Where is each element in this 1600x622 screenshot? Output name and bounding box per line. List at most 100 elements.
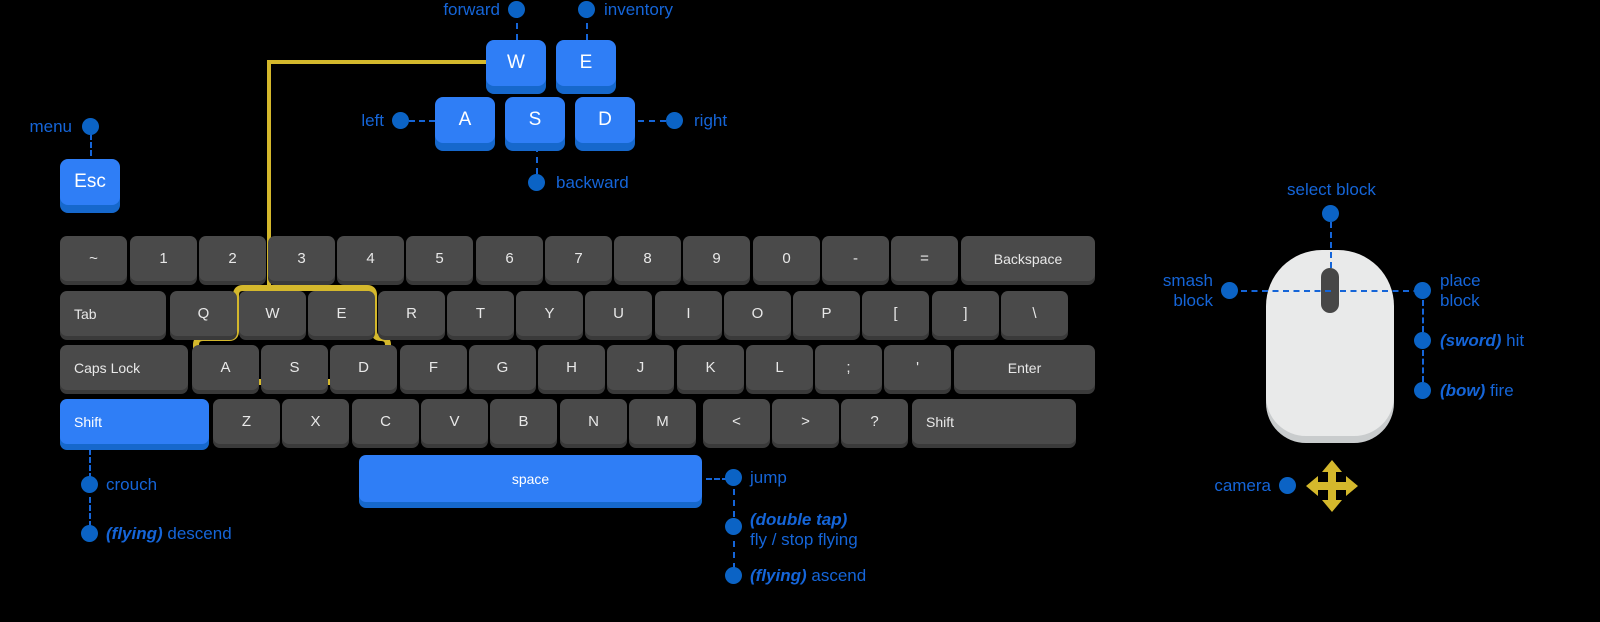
key-top-letter-row-7[interactable]: U xyxy=(585,291,652,336)
crouch-dot xyxy=(81,476,98,493)
place-block-line2: block xyxy=(1440,291,1480,311)
key-bottom-letter-row-1[interactable]: Z xyxy=(213,399,280,444)
key-home-row-2[interactable]: S xyxy=(261,345,328,390)
key-number-row-6[interactable]: 6 xyxy=(476,236,543,281)
callout-label-place-block: place block xyxy=(1440,271,1481,311)
key-home-row-0[interactable]: Caps Lock xyxy=(60,345,188,390)
key-home-row-12[interactable]: Enter xyxy=(954,345,1095,390)
key-top-letter-row-4[interactable]: R xyxy=(378,291,445,336)
key-bottom-letter-row-3[interactable]: C xyxy=(352,399,419,444)
smash-block-leader-line xyxy=(1241,290,1331,292)
callout-label-flying-ascend: (flying) ascend xyxy=(750,566,866,586)
key-bottom-letter-row-8[interactable]: < xyxy=(703,399,770,444)
key-number-row-9[interactable]: 9 xyxy=(683,236,750,281)
key-number-row-2[interactable]: 2 xyxy=(199,236,266,281)
sword-prefix: (sword) xyxy=(1440,331,1502,350)
doubletap-leader-line xyxy=(733,489,735,517)
key-bottom-letter-row-5[interactable]: B xyxy=(490,399,557,444)
key-number-row-10[interactable]: 0 xyxy=(753,236,820,281)
ascend-leader-line xyxy=(733,541,735,569)
key-top-letter-row-6[interactable]: Y xyxy=(516,291,583,336)
ascend-dot xyxy=(725,567,742,584)
smash-block-dot xyxy=(1221,282,1238,299)
key-bottom-letter-row-2[interactable]: X xyxy=(282,399,349,444)
sword-hit-dot xyxy=(1414,332,1431,349)
key-bottom-letter-row-9[interactable]: > xyxy=(772,399,839,444)
callout-label-crouch: crouch xyxy=(106,475,158,494)
callout-label-double-tap: (double tap) fly / stop flying xyxy=(750,510,858,550)
key-home-row-5[interactable]: G xyxy=(469,345,536,390)
key-bottom-letter-row-11[interactable]: Shift xyxy=(912,399,1076,444)
bow-prefix: (bow) xyxy=(1440,381,1486,400)
key-top-letter-row-12[interactable]: ] xyxy=(932,291,999,336)
select-block-dot xyxy=(1322,205,1339,222)
camera-dot xyxy=(1279,477,1296,494)
flying-ascend-rest: ascend xyxy=(806,566,867,585)
smash-block-line2: block xyxy=(1173,291,1213,311)
sword-hit-leader-line xyxy=(1422,300,1424,332)
callout-label-camera: camera xyxy=(1214,476,1271,495)
key-top-letter-row-3[interactable]: E xyxy=(308,291,375,336)
callout-label-select-block: select block xyxy=(1287,180,1376,199)
key-home-row-11[interactable]: ' xyxy=(884,345,951,390)
key-top-letter-row-10[interactable]: P xyxy=(793,291,860,336)
keyboard-mouse-controls-diagram: W E A S D Esc forward inventory left rig… xyxy=(0,0,1600,622)
callout-label-jump: jump xyxy=(750,468,787,487)
key-number-row-13[interactable]: Backspace xyxy=(961,236,1095,281)
jump-dot xyxy=(725,469,742,486)
key-number-row-1[interactable]: 1 xyxy=(130,236,197,281)
select-block-leader-line xyxy=(1330,222,1332,268)
key-space-row-0[interactable]: space xyxy=(359,455,702,502)
descend-dot xyxy=(81,525,98,542)
bow-fire-dot xyxy=(1414,382,1431,399)
key-home-row-10[interactable]: ; xyxy=(815,345,882,390)
flying-descend-rest: descend xyxy=(162,524,232,543)
key-home-row-6[interactable]: H xyxy=(538,345,605,390)
flying-descend-prefix: (flying) xyxy=(106,524,163,543)
key-bottom-letter-row-7[interactable]: M xyxy=(629,399,696,444)
crouch-leader-line xyxy=(89,449,91,479)
doubletap-dot xyxy=(725,518,742,535)
key-number-row-7[interactable]: 7 xyxy=(545,236,612,281)
key-top-letter-row-5[interactable]: T xyxy=(447,291,514,336)
key-number-row-11[interactable]: - xyxy=(822,236,889,281)
key-top-letter-row-9[interactable]: O xyxy=(724,291,791,336)
place-block-line1: place xyxy=(1440,271,1481,290)
descend-leader-line xyxy=(89,497,91,527)
double-tap-rest: fly / stop flying xyxy=(750,530,858,550)
bow-rest: fire xyxy=(1485,381,1514,400)
smash-block-line1: smash xyxy=(1162,271,1213,290)
key-top-letter-row-11[interactable]: [ xyxy=(862,291,929,336)
key-number-row-5[interactable]: 5 xyxy=(406,236,473,281)
key-top-letter-row-8[interactable]: I xyxy=(655,291,722,336)
key-number-row-0[interactable]: ~ xyxy=(60,236,127,281)
sword-rest: hit xyxy=(1501,331,1525,350)
key-bottom-letter-row-10[interactable]: ? xyxy=(841,399,908,444)
key-top-letter-row-2[interactable]: W xyxy=(239,291,306,336)
key-top-letter-row-13[interactable]: \ xyxy=(1001,291,1068,336)
camera-move-icon xyxy=(1304,458,1360,514)
key-home-row-8[interactable]: K xyxy=(677,345,744,390)
callout-label-bow-fire: (bow) fire xyxy=(1440,381,1514,401)
key-bottom-letter-row-0[interactable]: Shift xyxy=(60,399,209,444)
flying-ascend-prefix: (flying) xyxy=(750,566,807,585)
key-home-row-9[interactable]: L xyxy=(746,345,813,390)
key-number-row-3[interactable]: 3 xyxy=(268,236,335,281)
key-bottom-letter-row-4[interactable]: V xyxy=(421,399,488,444)
key-top-letter-row-0[interactable]: Tab xyxy=(60,291,166,336)
key-number-row-4[interactable]: 4 xyxy=(337,236,404,281)
callout-label-sword-hit: (sword) hit xyxy=(1440,331,1524,351)
key-top-letter-row-1[interactable]: Q xyxy=(170,291,237,336)
place-block-dot xyxy=(1414,282,1431,299)
key-number-row-8[interactable]: 8 xyxy=(614,236,681,281)
callout-label-smash-block: smash block xyxy=(1163,271,1213,311)
keyboard: ~1 2 3 4 5 6 7 8 9 0- = Backspace Tab Q W E R T Y U I O P[] \ Ca… xyxy=(0,0,1120,520)
key-number-row-12[interactable]: = xyxy=(891,236,958,281)
key-home-row-4[interactable]: F xyxy=(400,345,467,390)
callout-label-flying-descend: (flying) descend xyxy=(106,524,232,544)
key-bottom-letter-row-6[interactable]: N xyxy=(560,399,627,444)
key-home-row-7[interactable]: J xyxy=(607,345,674,390)
key-home-row-1[interactable]: A xyxy=(192,345,259,390)
key-home-row-3[interactable]: D xyxy=(330,345,397,390)
double-tap-prefix: (double tap) xyxy=(750,510,848,529)
